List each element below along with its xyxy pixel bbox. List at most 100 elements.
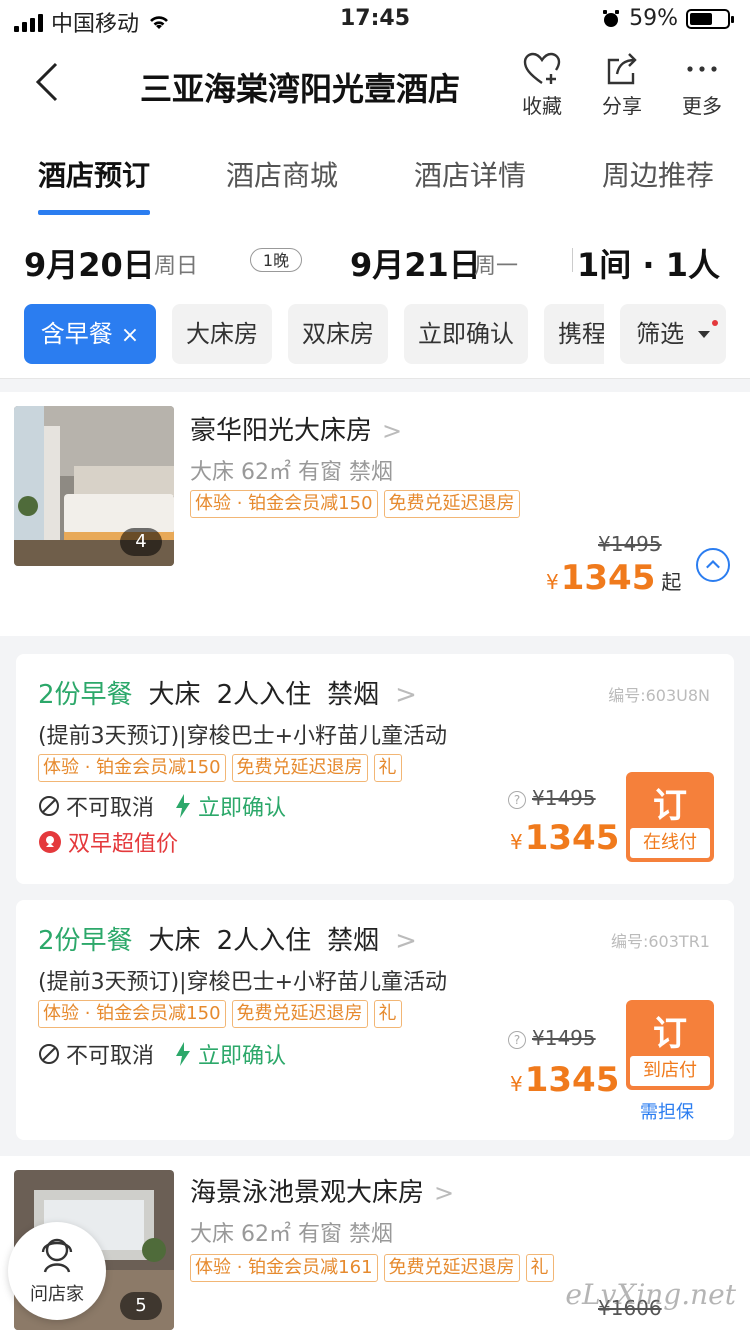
- instant-confirm-label: 立即确认: [198, 796, 287, 821]
- ask-hotel-button[interactable]: 问店家: [8, 1222, 106, 1320]
- rate-code: 编号:603TR1: [610, 932, 710, 951]
- photo-count: 5: [120, 1292, 162, 1320]
- filter-instant-confirm[interactable]: 立即确认: [404, 304, 528, 364]
- favorite-label: 收藏: [522, 94, 562, 118]
- tab-nearby[interactable]: 周边推荐: [602, 154, 714, 194]
- rate-plan[interactable]: 2份早餐 大床 2人入住 禁烟 > 编号:603U8N (提前3天预订)|穿梭巴士+小籽…: [16, 654, 734, 884]
- no-cancel-icon: [39, 1044, 59, 1064]
- filter-bar: 含早餐 × 大床房 双床房 立即确认 携程 筛选: [0, 298, 750, 379]
- rate-price: ¥1345: [510, 1060, 619, 1100]
- rate-plan[interactable]: 2份早餐 大床 2人入住 禁烟 > 编号:603TR1 (提前3天预订)|穿梭巴士+小籽…: [16, 900, 734, 1140]
- battery-icon: [686, 8, 734, 29]
- question-icon[interactable]: ?: [508, 790, 526, 809]
- rate-policy: 不可取消 立即确认: [38, 1038, 286, 1070]
- filter-king-bed[interactable]: 大床房: [172, 304, 272, 364]
- favorite-button[interactable]: 收藏: [507, 52, 577, 119]
- caret-down-icon: [697, 331, 710, 338]
- more-dots-icon: [687, 66, 717, 72]
- notification-dot: [712, 320, 718, 326]
- rate-title: 2份早餐 大床 2人入住 禁烟 >: [38, 920, 417, 957]
- chevron-right-icon: >: [382, 417, 403, 445]
- book-label: 订: [653, 1014, 687, 1054]
- battery-percent: 59%: [629, 6, 678, 31]
- payment-method: 到店付: [630, 1056, 710, 1086]
- question-icon[interactable]: ?: [508, 1030, 526, 1049]
- tab-mall[interactable]: 酒店商城: [226, 154, 338, 194]
- rate-title: 2份早餐 大床 2人入住 禁烟 >: [38, 674, 417, 711]
- rate-policy: 不可取消 立即确认: [38, 790, 286, 822]
- bed-label: 大床: [148, 926, 201, 956]
- filter-breakfast[interactable]: 含早餐 ×: [24, 304, 156, 364]
- checkin-weekday: 周日: [154, 254, 199, 279]
- tag-late-checkout: 免费兑延迟退房: [231, 754, 368, 782]
- tag-late-checkout: 免费兑延迟退房: [383, 490, 520, 518]
- filter-ctrip[interactable]: 携程: [544, 304, 604, 364]
- room-photo[interactable]: 4: [14, 406, 174, 566]
- share-icon: [607, 53, 637, 85]
- watermark: eLvXing.net: [565, 1278, 736, 1311]
- smoking-label: 禁烟: [327, 926, 380, 956]
- tab-booking[interactable]: 酒店预订: [38, 154, 150, 194]
- room-name-text: 海景泳池景观大床房: [190, 1178, 425, 1208]
- filter-more[interactable]: 筛选: [620, 304, 726, 364]
- status-bar: 中国移动 17:45 59%: [0, 0, 750, 40]
- original-price: ¥1495: [598, 532, 662, 556]
- room-tags: 体验 · 铂金会员减150 免费兑延迟退房: [190, 490, 526, 518]
- tag-gift: 礼: [525, 1254, 554, 1282]
- lightning-icon: [176, 794, 191, 818]
- more-button[interactable]: 更多: [667, 52, 737, 119]
- room-name[interactable]: 豪华阳光大床房 >: [190, 410, 402, 447]
- heart-plus-icon: [523, 52, 561, 84]
- checkin-date[interactable]: 9月20日: [24, 240, 155, 286]
- share-label: 分享: [602, 94, 642, 118]
- rate-tags: 体验 · 铂金会员减150 免费兑延迟退房礼: [38, 754, 408, 782]
- deal-text: 双早超值价: [68, 832, 179, 857]
- breakfast-label: 2份早餐: [38, 926, 133, 956]
- book-button[interactable]: 订 到店付: [626, 1000, 714, 1090]
- rate-description: (提前3天预订)|穿梭巴士+小籽苗儿童活动: [38, 970, 448, 995]
- currency-symbol: ¥: [510, 830, 523, 854]
- room-name-text: 豪华阳光大床房: [190, 416, 373, 446]
- chevron-right-icon: >: [395, 680, 417, 710]
- payment-method: 在线付: [630, 828, 710, 858]
- deal-badge-icon: [39, 831, 61, 853]
- room-card[interactable]: 4 豪华阳光大床房 > 大床 62㎡ 有窗 禁烟 体验 · 铂金会员减150 免费兑…: [0, 392, 750, 636]
- guarantee-required[interactable]: 需担保: [640, 1098, 694, 1124]
- rate-tags: 体验 · 铂金会员减150 免费兑延迟退房礼: [38, 1000, 408, 1028]
- rooms-guests[interactable]: 1间 · 1人: [577, 240, 720, 286]
- close-icon[interactable]: ×: [121, 323, 139, 348]
- active-tab-indicator: [38, 210, 150, 215]
- collapse-icon[interactable]: [696, 548, 730, 582]
- share-button[interactable]: 分享: [587, 52, 657, 119]
- tag-member-discount: 体验 · 铂金会员减150: [38, 1000, 226, 1028]
- photo-count: 4: [120, 528, 162, 556]
- price-suffix: 起: [661, 570, 682, 594]
- currency-symbol: ¥: [546, 570, 559, 594]
- ask-hotel-label: 问店家: [30, 1284, 84, 1305]
- room-tags: 体验 · 铂金会员减161 免费兑延迟退房礼: [190, 1254, 560, 1282]
- book-button[interactable]: 订 在线付: [626, 772, 714, 862]
- no-cancel-icon: [39, 796, 59, 816]
- nights-badge: 1晚: [250, 248, 302, 272]
- tag-late-checkout: 免费兑延迟退房: [231, 1000, 368, 1028]
- alarm-icon: [603, 9, 620, 27]
- room-attributes: 大床 62㎡ 有窗 禁烟: [190, 460, 393, 485]
- rate-code: 编号:603U8N: [608, 686, 710, 705]
- lightning-icon: [176, 1042, 191, 1066]
- book-label: 订: [653, 786, 687, 826]
- tab-details[interactable]: 酒店详情: [414, 154, 526, 194]
- checkout-date[interactable]: 9月21日: [350, 240, 481, 286]
- more-label: 更多: [682, 94, 722, 118]
- tag-late-checkout: 免费兑延迟退房: [383, 1254, 520, 1282]
- date-selector[interactable]: 9月20日 周日 1晚 9月21日 周一 1间 · 1人: [0, 218, 750, 298]
- back-arrow-icon[interactable]: [30, 60, 66, 104]
- filter-twin-bed[interactable]: 双床房: [288, 304, 388, 364]
- price-value: 1345: [560, 558, 656, 598]
- original-price-value: ¥1495: [532, 786, 596, 810]
- smoking-label: 禁烟: [327, 680, 380, 710]
- bed-label: 大床: [148, 680, 201, 710]
- cancel-policy: 不可取消: [66, 796, 155, 821]
- room-price: ¥1345 起: [546, 558, 681, 598]
- room-name[interactable]: 海景泳池景观大床房 >: [190, 1172, 454, 1209]
- rate-price: ¥1345: [510, 818, 619, 858]
